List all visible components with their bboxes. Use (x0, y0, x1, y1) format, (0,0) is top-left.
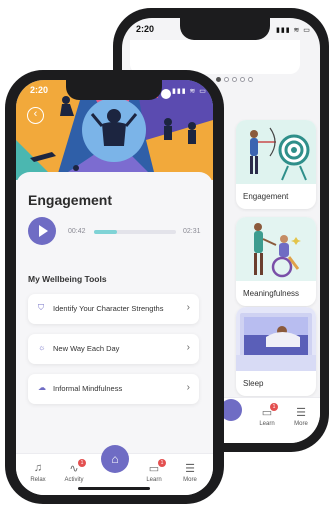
tab-label: Learn (259, 421, 275, 427)
tool-label: Identify Your Character Strengths (53, 304, 164, 313)
tool-label: New Way Each Day (53, 344, 120, 353)
topic-card-engagement[interactable]: Engagement (236, 120, 316, 209)
notification-badge: 1 (78, 459, 86, 467)
topic-card-sleep[interactable]: Sleep (236, 307, 316, 396)
tab-learn[interactable]: ▭ 1 Learn (250, 403, 284, 427)
elapsed-time: 00:42 (68, 228, 86, 235)
home-indicator (78, 487, 150, 490)
front-phone-mockup: 2:20 ▮▮▮ ≋ ▭ ‹ Engagement 00:42 02:31 My… (5, 70, 224, 504)
status-time: 2:20 (30, 85, 49, 95)
topic-card-label: Meaningfulness (243, 289, 300, 298)
archer-illustration (236, 120, 316, 184)
status-time: 2:20 (136, 24, 155, 34)
chevron-right-icon: › (186, 342, 190, 353)
top-card[interactable] (130, 40, 300, 74)
notification-badge: 1 (158, 459, 166, 467)
tab-relax[interactable]: ♫ Relax (20, 462, 56, 483)
audio-progress-bar[interactable] (94, 230, 176, 234)
mindfulness-icon: ☁ (38, 383, 46, 392)
carousel-dot[interactable] (224, 77, 229, 82)
tab-label: More (183, 477, 197, 483)
caregiver-illustration (236, 217, 316, 281)
back-button[interactable]: ‹ (27, 107, 44, 124)
chevron-right-icon: › (186, 382, 190, 393)
sun-icon: ☼ (38, 343, 46, 352)
headphones-icon: ♫ (33, 462, 43, 474)
home-button[interactable]: ⌂ (101, 445, 129, 473)
sleep-illustration (236, 307, 316, 371)
total-time: 02:31 (183, 228, 201, 235)
front-phone-screen: 2:20 ▮▮▮ ≋ ▭ ‹ Engagement 00:42 02:31 My… (16, 80, 213, 495)
menu-icon: ☰ (185, 463, 195, 475)
tab-label: More (294, 421, 308, 427)
chevron-right-icon: › (186, 302, 190, 313)
page-title: Engagement (28, 192, 113, 208)
status-icons: ▮▮▮ ≋ ▭ (276, 27, 311, 34)
notification-badge: 1 (270, 403, 278, 411)
topic-card-meaningfulness[interactable]: Meaningfulness (236, 217, 316, 306)
carousel-dot[interactable] (240, 77, 245, 82)
tab-learn[interactable]: ▭ 1 Learn (136, 459, 172, 483)
tool-informal-mindfulness[interactable]: ☁ Informal Mindfulness › (28, 374, 199, 404)
carousel-dot[interactable] (232, 77, 237, 82)
tab-label: Learn (146, 477, 162, 483)
activity-glyph: ∿ (69, 463, 79, 475)
section-title: My Wellbeing Tools (28, 274, 107, 284)
phone-notch (180, 18, 270, 40)
bottom-tab-bar: ♫ Relax ∿ 1 Activity ⌂ ▭ 1 Learn ☰ More (16, 445, 213, 495)
shield-icon: ⛉ (38, 303, 44, 312)
audio-progress-fill (94, 230, 117, 234)
carousel-dots[interactable] (216, 77, 253, 82)
tab-activity[interactable]: ∿ 1 Activity (56, 459, 92, 483)
play-button[interactable] (28, 217, 56, 245)
status-icons: ▮▮▮ ≋ ▭ (172, 88, 207, 95)
book-icon: ▭ (261, 407, 273, 419)
back-arrow-icon: ‹ (33, 108, 38, 120)
topic-card-label: Sleep (243, 379, 264, 388)
topic-card-label: Engagement (243, 192, 289, 201)
activity-icon: ∿ 1 (56, 459, 92, 475)
phone-notch (66, 80, 162, 100)
tool-new-way-each-day[interactable]: ☼ New Way Each Day › (28, 334, 199, 364)
tool-character-strengths[interactable]: ⛉ Identify Your Character Strengths › (28, 294, 199, 324)
tab-label: Relax (30, 477, 46, 483)
book-icon: ▭ 1 (136, 459, 172, 475)
tab-label: Activity (64, 477, 84, 483)
content-sheet: Engagement 00:42 02:31 My Wellbeing Tool… (16, 172, 213, 452)
tab-more[interactable]: ☰ More (284, 406, 318, 427)
menu-icon: ☰ (296, 407, 306, 419)
carousel-dot[interactable] (248, 77, 253, 82)
tool-label: Informal Mindfulness (53, 384, 123, 393)
tab-more[interactable]: ☰ More (172, 462, 208, 483)
carousel-dot[interactable] (216, 77, 221, 82)
home-icon: ⌂ (111, 452, 119, 466)
